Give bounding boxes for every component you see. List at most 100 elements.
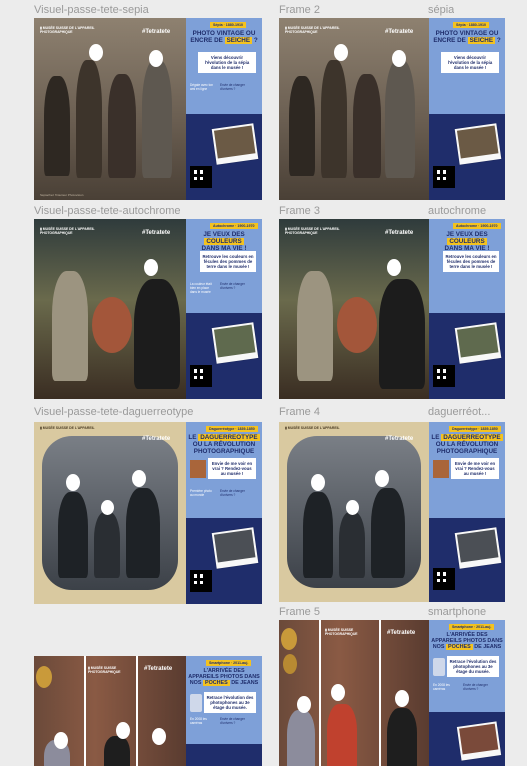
hashtag: #Tetratete (385, 436, 414, 442)
qr-code (433, 568, 455, 590)
figure (134, 279, 180, 389)
polaroid (454, 123, 502, 165)
figure (44, 76, 70, 176)
figure (126, 488, 160, 578)
headline: JE VEUX DES COULEURS DANS MA VIE ! (201, 231, 247, 252)
museum-logo: ▮ MUSÉE SUISSE DE L'APPAREIL PHOTOGRAPHIQ… (285, 26, 340, 34)
poster-panel: Smartphone · 2011-auj. L'ARRIVÉE DES APP… (186, 656, 262, 766)
headline: PHOTO VINTAGE OU ENCRE DE SEICHE ? (190, 30, 258, 44)
qr-code (433, 166, 455, 188)
period-tag: Smartphone · 2011-auj. (449, 624, 495, 630)
flowers (337, 297, 377, 353)
figure (52, 271, 88, 381)
polaroid (211, 322, 259, 364)
frame-name-sepia[interactable]: sépia (428, 4, 454, 16)
face-cutout (144, 259, 158, 276)
figure (379, 279, 425, 389)
frame-label-sepia[interactable]: Visuel-passe-tete-sepia (34, 4, 149, 16)
frame-name-smartphone[interactable]: smartphone (428, 606, 486, 618)
face-cutout (331, 684, 345, 701)
period-tag: Autochrome · 1900-1970 (210, 223, 258, 229)
balloon (36, 666, 52, 688)
poster-sepia[interactable]: ▮ MUSÉE SUISSE DE L'APPAREIL PHOTOGRAPHIQ… (34, 18, 262, 200)
camera-icon (190, 460, 206, 478)
hashtag: #Tetratete (385, 230, 414, 236)
qr-code (433, 365, 455, 387)
poster-panel: Sépia · 1880-1910 PHOTO VINTAGE OU ENCRE… (186, 18, 262, 200)
museum-logo: ▮ MUSÉE SUISSE DE L'APPAREIL PHOTOGRAPHIQ… (40, 26, 95, 34)
poster-daguerreotype-copy[interactable]: ▮ MUSÉE SUISSE DE L'APPAREIL #Tetratete … (279, 422, 505, 602)
poster-smartphone[interactable]: ▮ MUSÉE SUISSE PHOTOGRAPHIQUE #Tetratete … (34, 656, 262, 766)
frame-label-frame4[interactable]: Frame 4 (279, 406, 320, 418)
note-left: En 2008 les caméras (190, 717, 207, 725)
poster-panel: Autochrome · 1900-1970 JE VEUX DES COULE… (429, 219, 505, 399)
flowers (92, 297, 132, 353)
hashtag: #Tetratete (142, 230, 171, 236)
qr-code (190, 166, 212, 188)
hashtag: #Tetratete (142, 29, 171, 35)
figure (108, 74, 136, 178)
face-cutout (101, 500, 114, 515)
frame-name-daguerreotype[interactable]: daguerréot... (428, 406, 500, 418)
figure (58, 492, 88, 578)
face-cutout (54, 732, 68, 749)
note-right: Envie de changer d'univers ? (463, 683, 488, 691)
poster-photo-autochrome: ▮ MUSÉE SUISSE DE L'APPAREIL PHOTOGRAPHIQ… (34, 219, 186, 399)
balloon (281, 628, 297, 650)
frame-label-frame5[interactable]: Frame 5 (279, 606, 320, 618)
note-left: Dégaie avec ton ami en ligne (190, 83, 214, 91)
face-cutout (392, 50, 406, 67)
strip-divider (379, 620, 381, 766)
poster-smartphone-copy[interactable]: ▮ MUSÉE SUISSE PHOTOGRAPHIQUE #Tetratete … (279, 620, 505, 766)
poster-panel: Daguerréotype · 1839-1850 LE DAGUERREOTY… (429, 422, 505, 602)
poster-panel: Smartphone · 2011-auj. L'ARRIVÉE DES APP… (429, 620, 505, 766)
face-cutout (116, 722, 130, 739)
face-cutout (149, 50, 163, 67)
headline: JE VEUX DES COULEURS DANS MA VIE ! (444, 231, 490, 252)
balloon (283, 654, 297, 674)
figure (385, 60, 415, 178)
strip-divider (84, 656, 86, 766)
figure (387, 708, 417, 766)
face-cutout (311, 474, 325, 491)
strip-divider (136, 656, 138, 766)
note-left: En 2008 les caméras (433, 683, 450, 691)
poster-photo-sepia: ▮ MUSÉE SUISSE DE L'APPAREIL PHOTOGRAPHIQ… (279, 18, 429, 200)
face-cutout (375, 470, 389, 487)
camera-icon (433, 460, 449, 478)
poster-autochrome-copy[interactable]: ▮ MUSÉE SUISSE DE L'APPAREIL PHOTOGRAPHIQ… (279, 219, 505, 399)
hashtag: #Tetratete (142, 436, 171, 442)
hashtag: #Tetratete (385, 29, 414, 35)
poster-photo-daguerreotype: ▮ MUSÉE SUISSE DE L'APPAREIL #Tetratete (34, 422, 186, 604)
poster-daguerreotype[interactable]: ▮ MUSÉE SUISSE DE L'APPAREIL #Tetratete … (34, 422, 262, 604)
period-tag: Autochrome · 1900-1970 (453, 223, 501, 229)
figure (353, 74, 381, 178)
frame-label-frame3[interactable]: Frame 3 (279, 205, 320, 217)
phone-icon (190, 694, 202, 712)
polaroid (456, 721, 502, 761)
frame-label-daguerreotype[interactable]: Visuel-passe-tete-daguerreotype (34, 406, 193, 418)
polaroid (454, 322, 502, 364)
period-tag: Sépia · 1880-1910 (210, 22, 246, 28)
callout: Envie de me voir en vrai ? Rendez-vous a… (451, 458, 499, 479)
polaroid (211, 527, 259, 569)
note-right: Envie de changer d'univers ? (220, 83, 245, 91)
frame-label-autochrome[interactable]: Visuel-passe-tete-autochrome (34, 205, 181, 217)
note-right: Envie de changer d'univers ? (220, 717, 245, 725)
face-cutout (66, 474, 80, 491)
poster-panel: Daguerréotype · 1839-1850 LE DAGUERREOTY… (186, 422, 262, 604)
poster-photo-sepia: ▮ MUSÉE SUISSE DE L'APPAREIL PHOTOGRAPHIQ… (34, 18, 186, 200)
poster-sepia-copy[interactable]: ▮ MUSÉE SUISSE DE L'APPAREIL PHOTOGRAPHIQ… (279, 18, 505, 200)
face-cutout (334, 44, 348, 61)
hashtag: #Tetratete (144, 666, 173, 672)
polaroid (454, 527, 502, 569)
frame-name-autochrome[interactable]: autochrome (428, 205, 486, 217)
museum-logo: ▮ MUSÉE SUISSE DE L'APPAREIL (40, 426, 95, 430)
poster-autochrome[interactable]: ▮ MUSÉE SUISSE DE L'APPAREIL PHOTOGRAPHIQ… (34, 219, 262, 399)
period-tag: Sépia · 1880-1910 (453, 22, 489, 28)
photo-credit: Sépiachez l'Interieur Photovision (40, 193, 84, 197)
figure (297, 271, 333, 381)
face-cutout (346, 500, 359, 515)
frame-label-frame2[interactable]: Frame 2 (279, 4, 320, 16)
strip-divider (319, 620, 321, 766)
